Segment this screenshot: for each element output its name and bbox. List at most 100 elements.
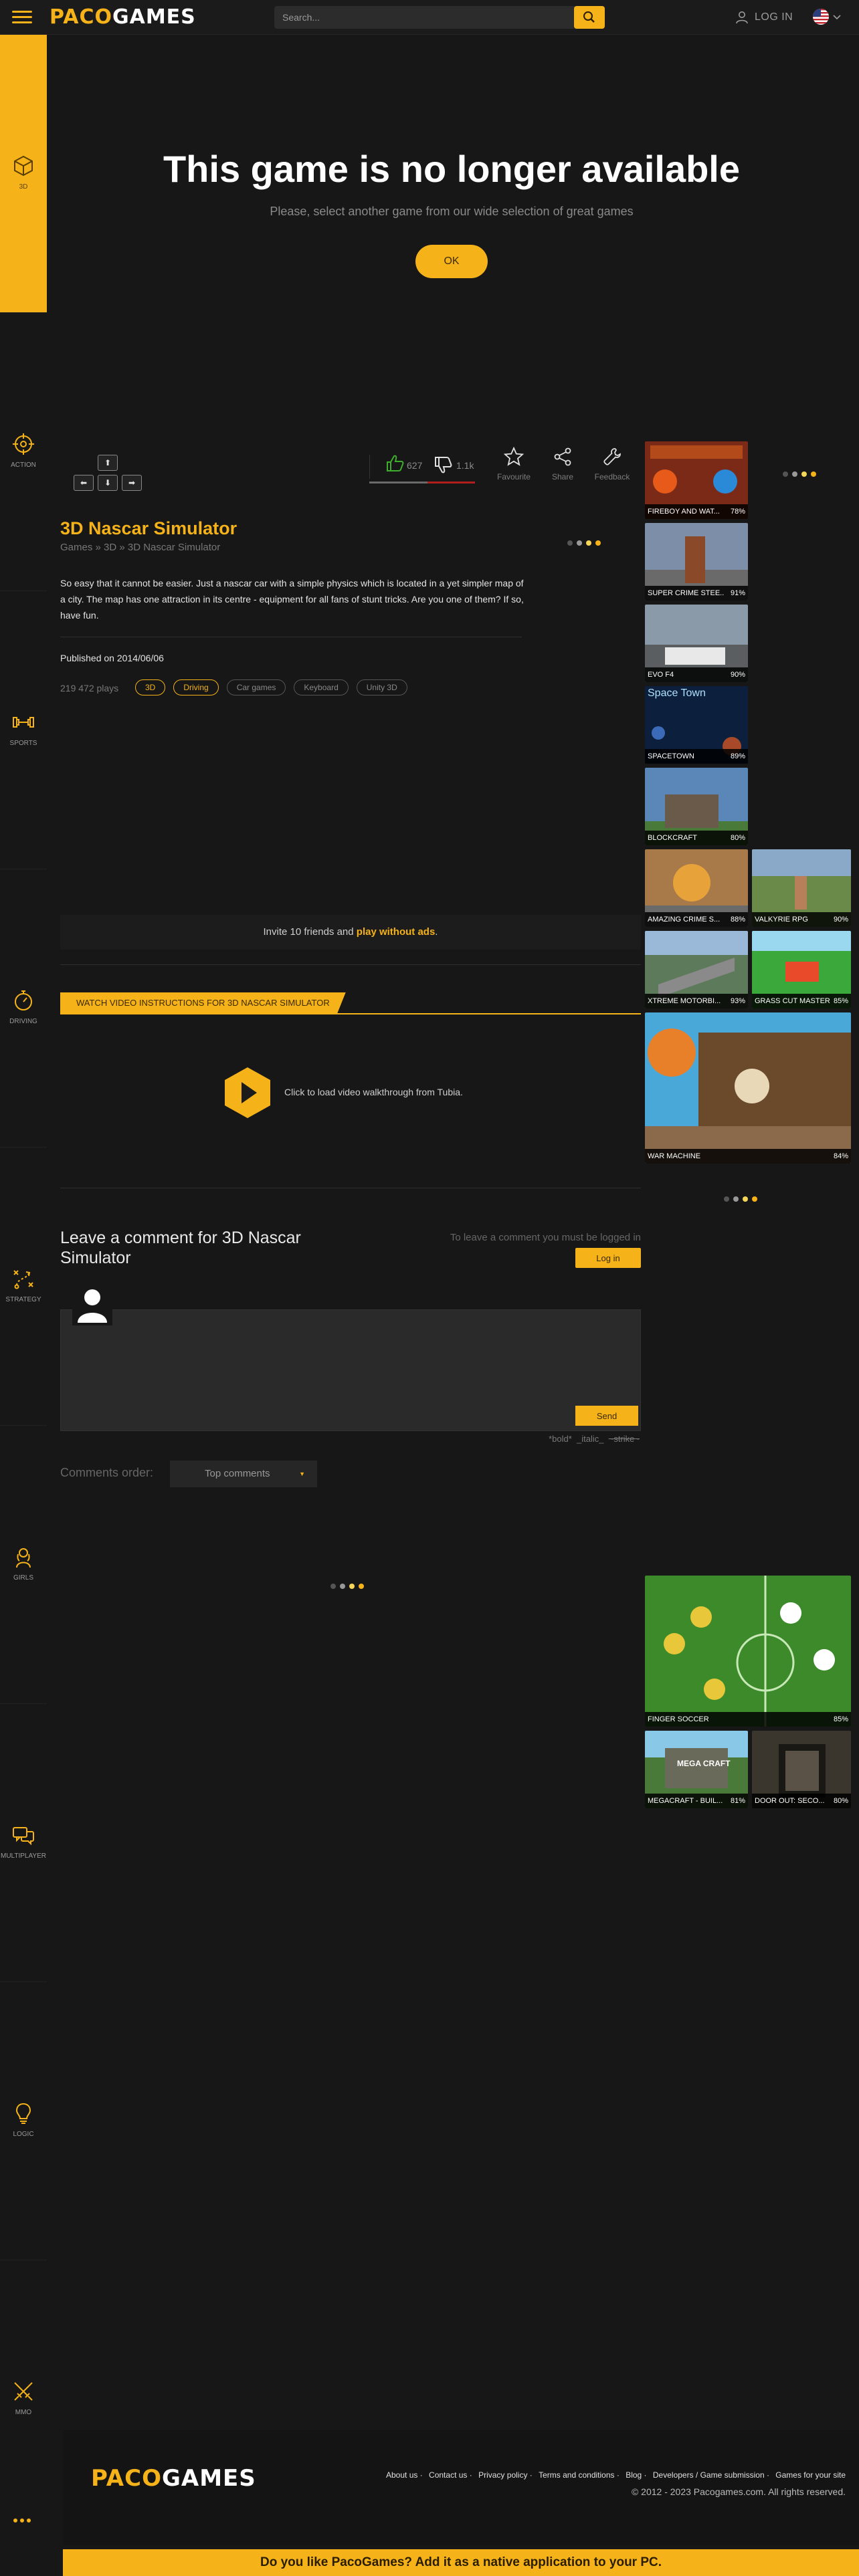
footer-link-games-for-site[interactable]: Games for your site: [775, 2470, 846, 2480]
favourite-button[interactable]: Favourite: [490, 447, 537, 487]
play-icon[interactable]: [223, 1066, 272, 1119]
send-comment-button[interactable]: Send: [575, 1406, 638, 1426]
sidebar-item-label: 3D: [19, 183, 28, 191]
game-card[interactable]: FIREBOY AND WAT... 78%: [645, 441, 748, 519]
login-link[interactable]: LOG IN: [736, 9, 793, 26]
comments-order-label: Comments order:: [60, 1466, 154, 1479]
game-card[interactable]: AMAZING CRIME S... 88%: [645, 849, 748, 927]
game-card[interactable]: GRASS CUT MASTER 85%: [752, 931, 851, 1008]
footer: PACOGAMES About us · Contact us · Privac…: [63, 2430, 859, 2545]
sidebar-item-action[interactable]: ACTION: [0, 313, 47, 591]
arrow-down-key: ⬇: [98, 475, 118, 491]
tag-list: 3D Driving Car games Keyboard Unity 3D: [135, 679, 407, 695]
footer-logo[interactable]: PACOGAMES: [91, 2465, 256, 2492]
sidebar-item-label: ACTION: [11, 461, 36, 469]
sidebar-item-multiplayer[interactable]: MULTIPLAYER: [0, 1704, 47, 1982]
sidebar-item-label: LOGIC: [13, 2131, 34, 2138]
game-card[interactable]: WAR MACHINE 84%: [645, 1012, 851, 1164]
game-card[interactable]: Space Town SPACETOWN 89%: [645, 686, 748, 764]
game-card[interactable]: MEGA CRAFT MEGACRAFT - BUIL... 81%: [645, 1731, 748, 1808]
tag-3d[interactable]: 3D: [135, 679, 166, 695]
tag-driving[interactable]: Driving: [173, 679, 219, 695]
dislike-button[interactable]: 1.1k: [434, 451, 480, 477]
footer-link-terms[interactable]: Terms and conditions: [539, 2470, 614, 2480]
footer-link-privacy[interactable]: Privacy policy: [478, 2470, 527, 2480]
sidebar-item-label: MULTIPLAYER: [1, 1852, 46, 1860]
sidebar-item-strategy[interactable]: STRATEGY: [0, 1148, 47, 1426]
loading-indicator: [567, 540, 601, 546]
video-load-text[interactable]: Click to load video walkthrough from Tub…: [284, 1087, 463, 1097]
tag-car-games[interactable]: Car games: [226, 679, 286, 695]
sidebar-item-sports[interactable]: SPORTS: [0, 591, 47, 869]
sidebar-item-label: GIRLS: [13, 1574, 33, 1582]
install-app-banner[interactable]: Do you like PacoGames? Add it as a nativ…: [63, 2549, 859, 2576]
share-label: Share: [551, 472, 574, 481]
game-card[interactable]: BLOCKCRAFT 80%: [645, 768, 748, 845]
sidebar-item-girls[interactable]: GIRLS: [0, 1426, 47, 1704]
footer-link-contact[interactable]: Contact us: [429, 2470, 467, 2480]
loading-indicator: [330, 1584, 364, 1589]
search-bar: [274, 6, 605, 29]
sidebar-item-logic[interactable]: LOGIC: [0, 1982, 47, 2260]
sidebar-item-driving[interactable]: DRIVING: [0, 869, 47, 1148]
rating-divider: [369, 455, 370, 479]
arrow-right-key: ➡: [122, 475, 142, 491]
game-card[interactable]: FINGER SOCCER 85%: [645, 1576, 851, 1727]
comment-section-title: Leave a comment for 3D Nascar Simulator: [60, 1228, 301, 1267]
rating-bar: [369, 481, 475, 484]
more-categories-button[interactable]: [13, 2518, 31, 2523]
game-card[interactable]: SUPER CRIME STEE... 91%: [645, 523, 748, 601]
tag-unity-3d[interactable]: Unity 3D: [356, 679, 407, 695]
game-card[interactable]: EVO F4 90%: [645, 605, 748, 682]
share-button[interactable]: Share: [539, 447, 586, 487]
comments-order-select[interactable]: Top comments ▼: [170, 1461, 317, 1487]
footer-link-developers[interactable]: Developers / Game submission: [653, 2470, 765, 2480]
footer-link-blog[interactable]: Blog: [626, 2470, 642, 2480]
comment-input[interactable]: [60, 1309, 641, 1431]
menu-icon[interactable]: [12, 11, 32, 24]
strategy-icon: [13, 1270, 33, 1289]
tag-keyboard[interactable]: Keyboard: [294, 679, 349, 695]
us-flag-icon: [813, 9, 841, 25]
search-icon: [583, 11, 595, 23]
game-card[interactable]: VALKYRIE RPG 90%: [752, 849, 851, 927]
dumbbell-icon: [13, 717, 34, 728]
footer-link-about[interactable]: About us: [386, 2470, 417, 2480]
play-count: 219 472 plays: [60, 683, 119, 693]
chevron-down-icon: ▼: [299, 1471, 305, 1477]
unavailable-subtitle: Please, select another game from our wid…: [270, 205, 634, 218]
game-card[interactable]: XTREME MOTORBI... 93%: [645, 931, 748, 1008]
cube-icon: [14, 155, 33, 177]
crosshair-icon: [13, 433, 34, 455]
share-icon: [554, 447, 571, 466]
comment-login-button[interactable]: Log in: [575, 1248, 641, 1268]
search-input[interactable]: [282, 6, 570, 29]
sidebar-item-label: DRIVING: [9, 1018, 37, 1025]
feedback-button[interactable]: Feedback: [589, 447, 636, 487]
sidebar-item-3d[interactable]: 3D: [0, 35, 47, 313]
video-instructions-tab[interactable]: WATCH VIDEO INSTRUCTIONS FOR 3D NASCAR S…: [60, 992, 346, 1014]
sidebar-item-mmo[interactable]: MMO: [0, 2260, 47, 2539]
ok-button[interactable]: OK: [415, 245, 488, 278]
copyright: © 2012 - 2023 Pacogames.com. All rights …: [631, 2486, 846, 2497]
chat-icon: [13, 1827, 34, 1846]
avatar: [72, 1284, 112, 1325]
game-card[interactable]: DOOR OUT: SECO... 80%: [752, 1731, 851, 1808]
sidebar-item-label: STRATEGY: [5, 1296, 41, 1303]
dislike-count: 1.1k: [456, 460, 474, 471]
lightbulb-icon: [15, 2103, 31, 2124]
category-sidebar: 3D ACTION SPORTS DRIVING STRATEGY GIRLS …: [0, 35, 47, 2576]
like-button[interactable]: 627: [384, 451, 431, 477]
rating-bar-fill: [369, 481, 427, 484]
site-logo[interactable]: PACOGAMES: [50, 5, 196, 29]
stopwatch-icon: [15, 990, 32, 1010]
game-title: 3D Nascar Simulator: [60, 518, 237, 538]
published-date: Published on 2014/06/06: [60, 653, 164, 663]
language-selector[interactable]: [812, 8, 844, 25]
thumbs-down-icon: [435, 457, 452, 473]
search-button[interactable]: [574, 6, 605, 29]
unavailable-title: This game is no longer available: [163, 148, 741, 190]
user-icon: [736, 11, 748, 24]
breadcrumb[interactable]: Games » 3D » 3D Nascar Simulator: [60, 542, 220, 553]
play-without-ads-link[interactable]: play without ads: [357, 926, 436, 938]
